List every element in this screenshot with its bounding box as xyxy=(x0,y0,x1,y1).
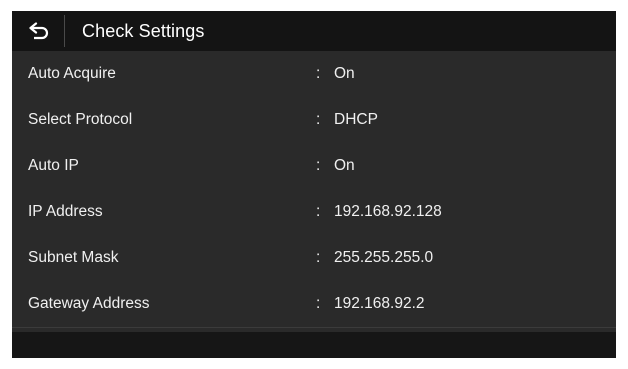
setting-value: On xyxy=(334,157,355,174)
setting-separator: : xyxy=(316,65,321,82)
header-bar: Check Settings xyxy=(12,11,616,51)
settings-row-ip-address: IP Address : 192.168.92.128 xyxy=(12,189,616,235)
camera-settings-screen: Check Settings Auto Acquire : On Select … xyxy=(12,11,616,358)
setting-separator: : xyxy=(316,203,321,220)
settings-row-subnet-mask: Subnet Mask : 255.255.255.0 xyxy=(12,235,616,281)
settings-row-auto-acquire: Auto Acquire : On xyxy=(12,51,616,97)
settings-row-gateway-address: Gateway Address : 192.168.92.2 xyxy=(12,281,616,327)
setting-value: 255.255.255.0 xyxy=(334,249,434,266)
setting-label: IP Address xyxy=(28,203,103,220)
settings-row-select-protocol: Select Protocol : DHCP xyxy=(12,97,616,143)
setting-label: Subnet Mask xyxy=(28,249,119,266)
setting-label: Auto Acquire xyxy=(28,65,116,82)
back-button[interactable] xyxy=(12,11,64,51)
header-divider xyxy=(64,15,65,47)
setting-value: DHCP xyxy=(334,111,378,128)
page-title: Check Settings xyxy=(82,21,205,41)
setting-separator: : xyxy=(316,249,321,266)
settings-list: Auto Acquire : On Select Protocol : DHCP… xyxy=(12,51,616,327)
setting-value: 192.168.92.2 xyxy=(334,295,425,312)
setting-separator: : xyxy=(316,111,321,128)
settings-row-auto-ip: Auto IP : On xyxy=(12,143,616,189)
setting-separator: : xyxy=(316,295,321,312)
setting-label: Select Protocol xyxy=(28,111,133,128)
setting-separator: : xyxy=(316,157,321,174)
setting-label: Gateway Address xyxy=(28,295,150,312)
list-divider xyxy=(12,327,616,328)
footer-bar xyxy=(12,332,616,358)
setting-label: Auto IP xyxy=(28,157,79,174)
return-arrow-icon xyxy=(29,22,49,40)
setting-value: On xyxy=(334,65,355,82)
setting-value: 192.168.92.128 xyxy=(334,203,442,220)
